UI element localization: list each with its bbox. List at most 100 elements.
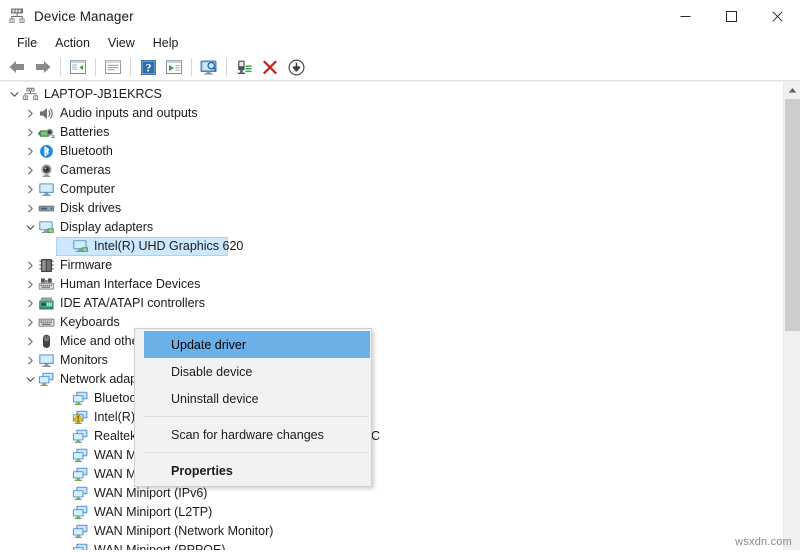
watermark: wsxdn.com [735, 536, 792, 548]
tree-expander[interactable] [22, 199, 38, 218]
network-adapter-icon [72, 524, 90, 540]
tree-row[interactable]: Batteries [0, 123, 783, 142]
tree-row[interactable]: Display adapters [0, 218, 783, 237]
tree-row[interactable]: Disk drives [0, 199, 783, 218]
tree-row[interactable]: WAN Miniport (PPPOE) [0, 541, 783, 550]
battery-icon [38, 125, 56, 141]
tree-row[interactable]: Cameras [0, 161, 783, 180]
disk-drive-icon [38, 201, 56, 217]
update-driver-software-button[interactable] [161, 55, 187, 79]
network-adapter-icon [72, 486, 90, 502]
tree-expander [56, 522, 72, 541]
tree-expander[interactable] [22, 218, 38, 237]
tree-item-label: WAN Miniport (PPPOE) [94, 543, 226, 550]
tree-item-label: WAN Miniport (Network Monitor) [94, 524, 274, 538]
tree-expander [56, 446, 72, 465]
tree-row[interactable]: Realtek 8821CE Wireless LAN 802.11ac PCI… [0, 427, 783, 446]
tree-row[interactable]: Network adapters [0, 370, 783, 389]
tree-expander[interactable] [22, 313, 38, 332]
uninstall-device-button[interactable] [257, 55, 283, 79]
close-button[interactable] [754, 0, 800, 32]
menu-view[interactable]: View [99, 34, 144, 52]
tree-expander[interactable] [22, 123, 38, 142]
tree-row[interactable]: Bluetooth Device (Personal Area Network) [0, 389, 783, 408]
tree-expander[interactable] [22, 161, 38, 180]
tree-row[interactable]: IDE ATA/ATAPI controllers [0, 294, 783, 313]
computer-root-icon [22, 87, 40, 103]
back-button[interactable] [4, 55, 30, 79]
firmware-icon [38, 258, 56, 274]
context-menu[interactable]: Update driver Disable device Uninstall dev… [134, 328, 372, 487]
chevron-right-icon [27, 318, 33, 327]
tree-expander[interactable] [22, 351, 38, 370]
toolbar-separator [95, 58, 96, 76]
window-title: Device Manager [34, 8, 134, 24]
toolbar-separator [130, 58, 131, 76]
tree-expander[interactable] [22, 104, 38, 123]
tree-expander[interactable] [22, 275, 38, 294]
network-adapter-icon [72, 524, 88, 538]
monitor-icon [38, 353, 56, 369]
tree-row[interactable]: Human Interface Devices [0, 275, 783, 294]
tree-expander[interactable] [6, 85, 22, 104]
context-menu-item[interactable]: Uninstall device [135, 385, 371, 412]
tree-row[interactable]: Intel(R) 82567LF Gigabit Network Connect… [0, 408, 783, 427]
forward-button[interactable] [30, 55, 56, 79]
tree-row[interactable]: WAN Miniport (IPv6) [0, 484, 783, 503]
window-controls [662, 0, 800, 32]
ide-controller-icon [38, 296, 56, 312]
toolbar-separator [60, 58, 61, 76]
scrollbar-up-button[interactable] [784, 82, 800, 99]
device-tree[interactable]: LAPTOP-JB1EKRCS Audio inputs and outputs B… [0, 82, 783, 550]
toolbar-separator [191, 58, 192, 76]
tree-expander[interactable] [22, 294, 38, 313]
tree-item-label: IDE ATA/ATAPI controllers [60, 296, 205, 310]
tree-item-label: Human Interface Devices [60, 277, 201, 291]
chevron-right-icon [27, 204, 33, 213]
tree-row[interactable]: Computer [0, 180, 783, 199]
tree-expander[interactable] [22, 142, 38, 161]
tree-expander[interactable] [22, 256, 38, 275]
tree-expander[interactable] [22, 332, 38, 351]
tree-row[interactable]: Monitors [0, 351, 783, 370]
update-driver-software-icon [166, 60, 182, 74]
tree-row[interactable]: LAPTOP-JB1EKRCS [0, 85, 783, 104]
tree-row[interactable]: Mice and other pointing devices [0, 332, 783, 351]
minimize-button[interactable] [662, 0, 708, 32]
context-menu-item[interactable]: Properties [135, 457, 371, 484]
tree-expander[interactable] [22, 180, 38, 199]
tree-row[interactable]: WAN Miniport (IP) [0, 465, 783, 484]
network-adapter-icon [72, 391, 90, 407]
vertical-scrollbar[interactable] [783, 82, 800, 550]
chevron-right-icon [27, 109, 33, 118]
tree-row[interactable]: WAN Miniport (IKEv2) [0, 446, 783, 465]
network-adapter-icon [72, 429, 90, 445]
scrollbar-thumb[interactable] [785, 99, 800, 331]
enable-device-button[interactable] [231, 55, 257, 79]
menu-file[interactable]: File [8, 34, 46, 52]
tree-row[interactable]: WAN Miniport (Network Monitor) [0, 522, 783, 541]
maximize-button[interactable] [708, 0, 754, 32]
scan-for-hardware-changes-button[interactable] [196, 55, 222, 79]
tree-row[interactable]: Firmware [0, 256, 783, 275]
show-hide-console-tree-button[interactable] [65, 55, 91, 79]
tree-row[interactable]: Intel(R) UHD Graphics 620 [0, 237, 783, 256]
uninstall-device-icon [263, 60, 277, 75]
tree-row[interactable]: Audio inputs and outputs [0, 104, 783, 123]
disable-device-button[interactable] [283, 55, 309, 79]
tree-row[interactable]: Keyboards [0, 313, 783, 332]
network-adapter-icon [72, 543, 90, 550]
tree-row[interactable]: Bluetooth [0, 142, 783, 161]
network-adapter-icon [72, 448, 88, 462]
context-menu-item[interactable]: Disable device [135, 358, 371, 385]
tree-expander[interactable] [22, 370, 38, 389]
menu-action[interactable]: Action [46, 34, 99, 52]
help-button[interactable]: ? [135, 55, 161, 79]
properties-button[interactable] [100, 55, 126, 79]
context-menu-item[interactable]: Scan for hardware changes [135, 421, 371, 448]
context-menu-item[interactable]: Update driver [144, 331, 370, 358]
device-manager-icon [8, 7, 26, 25]
menu-help[interactable]: Help [144, 34, 188, 52]
chevron-down-icon [26, 225, 34, 230]
tree-row[interactable]: WAN Miniport (L2TP) [0, 503, 783, 522]
